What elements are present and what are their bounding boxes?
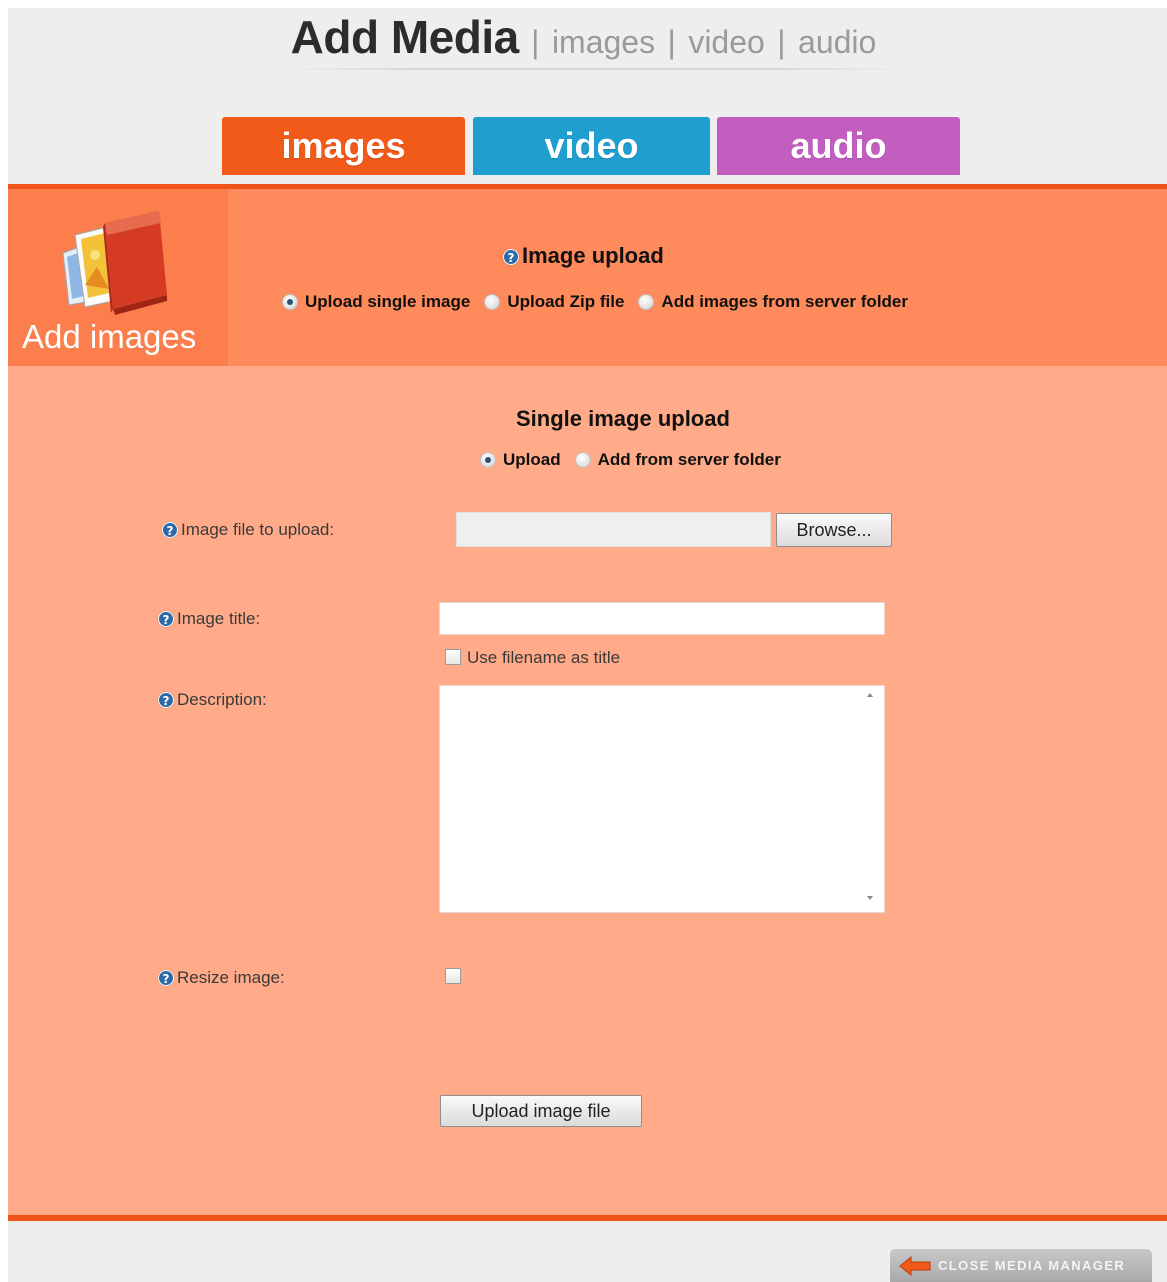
file-field-label: ? Image file to upload:: [162, 520, 334, 540]
scroll-up-arrow-icon[interactable]: [867, 693, 873, 697]
tab-audio[interactable]: audio: [717, 117, 960, 175]
help-icon[interactable]: ?: [503, 249, 519, 266]
radio-label: Upload: [503, 450, 561, 469]
header-link-video[interactable]: video: [688, 24, 765, 60]
arrow-left-icon: [898, 1255, 932, 1277]
radio-label: Upload single image: [305, 292, 471, 311]
resize-field-label: ? Resize image:: [158, 968, 285, 988]
radio-upload-single-image[interactable]: [282, 294, 298, 310]
title-field-label: ? Image title:: [158, 609, 260, 629]
upload-image-file-button[interactable]: Upload image file: [440, 1095, 642, 1127]
use-filename-label: Use filename as title: [467, 648, 621, 667]
header-link-audio[interactable]: audio: [798, 24, 876, 60]
radio-label: Add from server folder: [597, 450, 781, 469]
image-upload-heading: ? Image upload: [503, 243, 664, 269]
header-divider: [285, 68, 905, 70]
upload-mode-radio-group: Upload single image Upload Zip file Add …: [282, 292, 922, 312]
resize-label-text: Resize image:: [177, 968, 285, 987]
page-title: Add Media: [290, 11, 520, 63]
single-upload-heading: Single image upload: [516, 406, 730, 431]
image-upload-title: Image upload: [522, 243, 664, 268]
panel-bottom-border: [8, 1215, 1167, 1221]
radio-label: Add images from server folder: [661, 292, 908, 311]
help-icon[interactable]: ?: [158, 692, 174, 708]
close-media-manager-button[interactable]: CLOSE MEDIA MANAGER: [890, 1249, 1152, 1282]
help-icon[interactable]: ?: [162, 522, 178, 538]
image-title-input[interactable]: [439, 602, 885, 635]
page-header: Add Media | images | video | audio: [0, 10, 1167, 64]
description-field-label: ? Description:: [158, 690, 267, 710]
add-images-label: Add images: [22, 318, 197, 355]
media-manager-window: Add Media | images | video | audio image…: [0, 0, 1167, 1282]
scroll-down-arrow-icon[interactable]: [867, 896, 873, 900]
help-icon[interactable]: ?: [158, 611, 174, 627]
tab-images[interactable]: images: [222, 117, 465, 175]
title-label-text: Image title:: [177, 609, 261, 628]
upload-source-radio-group: Upload Add from server folder: [480, 450, 795, 470]
file-label-text: Image file to upload:: [181, 520, 335, 539]
header-separator: |: [777, 24, 786, 60]
browse-button[interactable]: Browse...: [776, 513, 892, 547]
use-filename-checkbox[interactable]: [445, 649, 461, 665]
description-label-text: Description:: [177, 690, 267, 709]
header-separator: |: [667, 24, 676, 60]
radio-upload-zip-file[interactable]: [484, 294, 501, 310]
help-icon[interactable]: ?: [158, 970, 174, 986]
radio-server-folder[interactable]: [574, 452, 591, 468]
file-path-input[interactable]: [456, 512, 771, 547]
header-link-images[interactable]: images: [552, 24, 655, 60]
description-textarea[interactable]: [439, 685, 885, 913]
tab-video[interactable]: video: [473, 117, 710, 175]
radio-upload[interactable]: [480, 452, 496, 468]
photo-album-icon: [55, 205, 175, 320]
radio-label: Upload Zip file: [507, 292, 625, 311]
radio-add-from-server-folder[interactable]: [638, 294, 655, 310]
close-media-manager-label: CLOSE MEDIA MANAGER: [938, 1258, 1126, 1273]
resize-image-checkbox[interactable]: [445, 968, 461, 984]
header-separator: |: [531, 24, 540, 60]
